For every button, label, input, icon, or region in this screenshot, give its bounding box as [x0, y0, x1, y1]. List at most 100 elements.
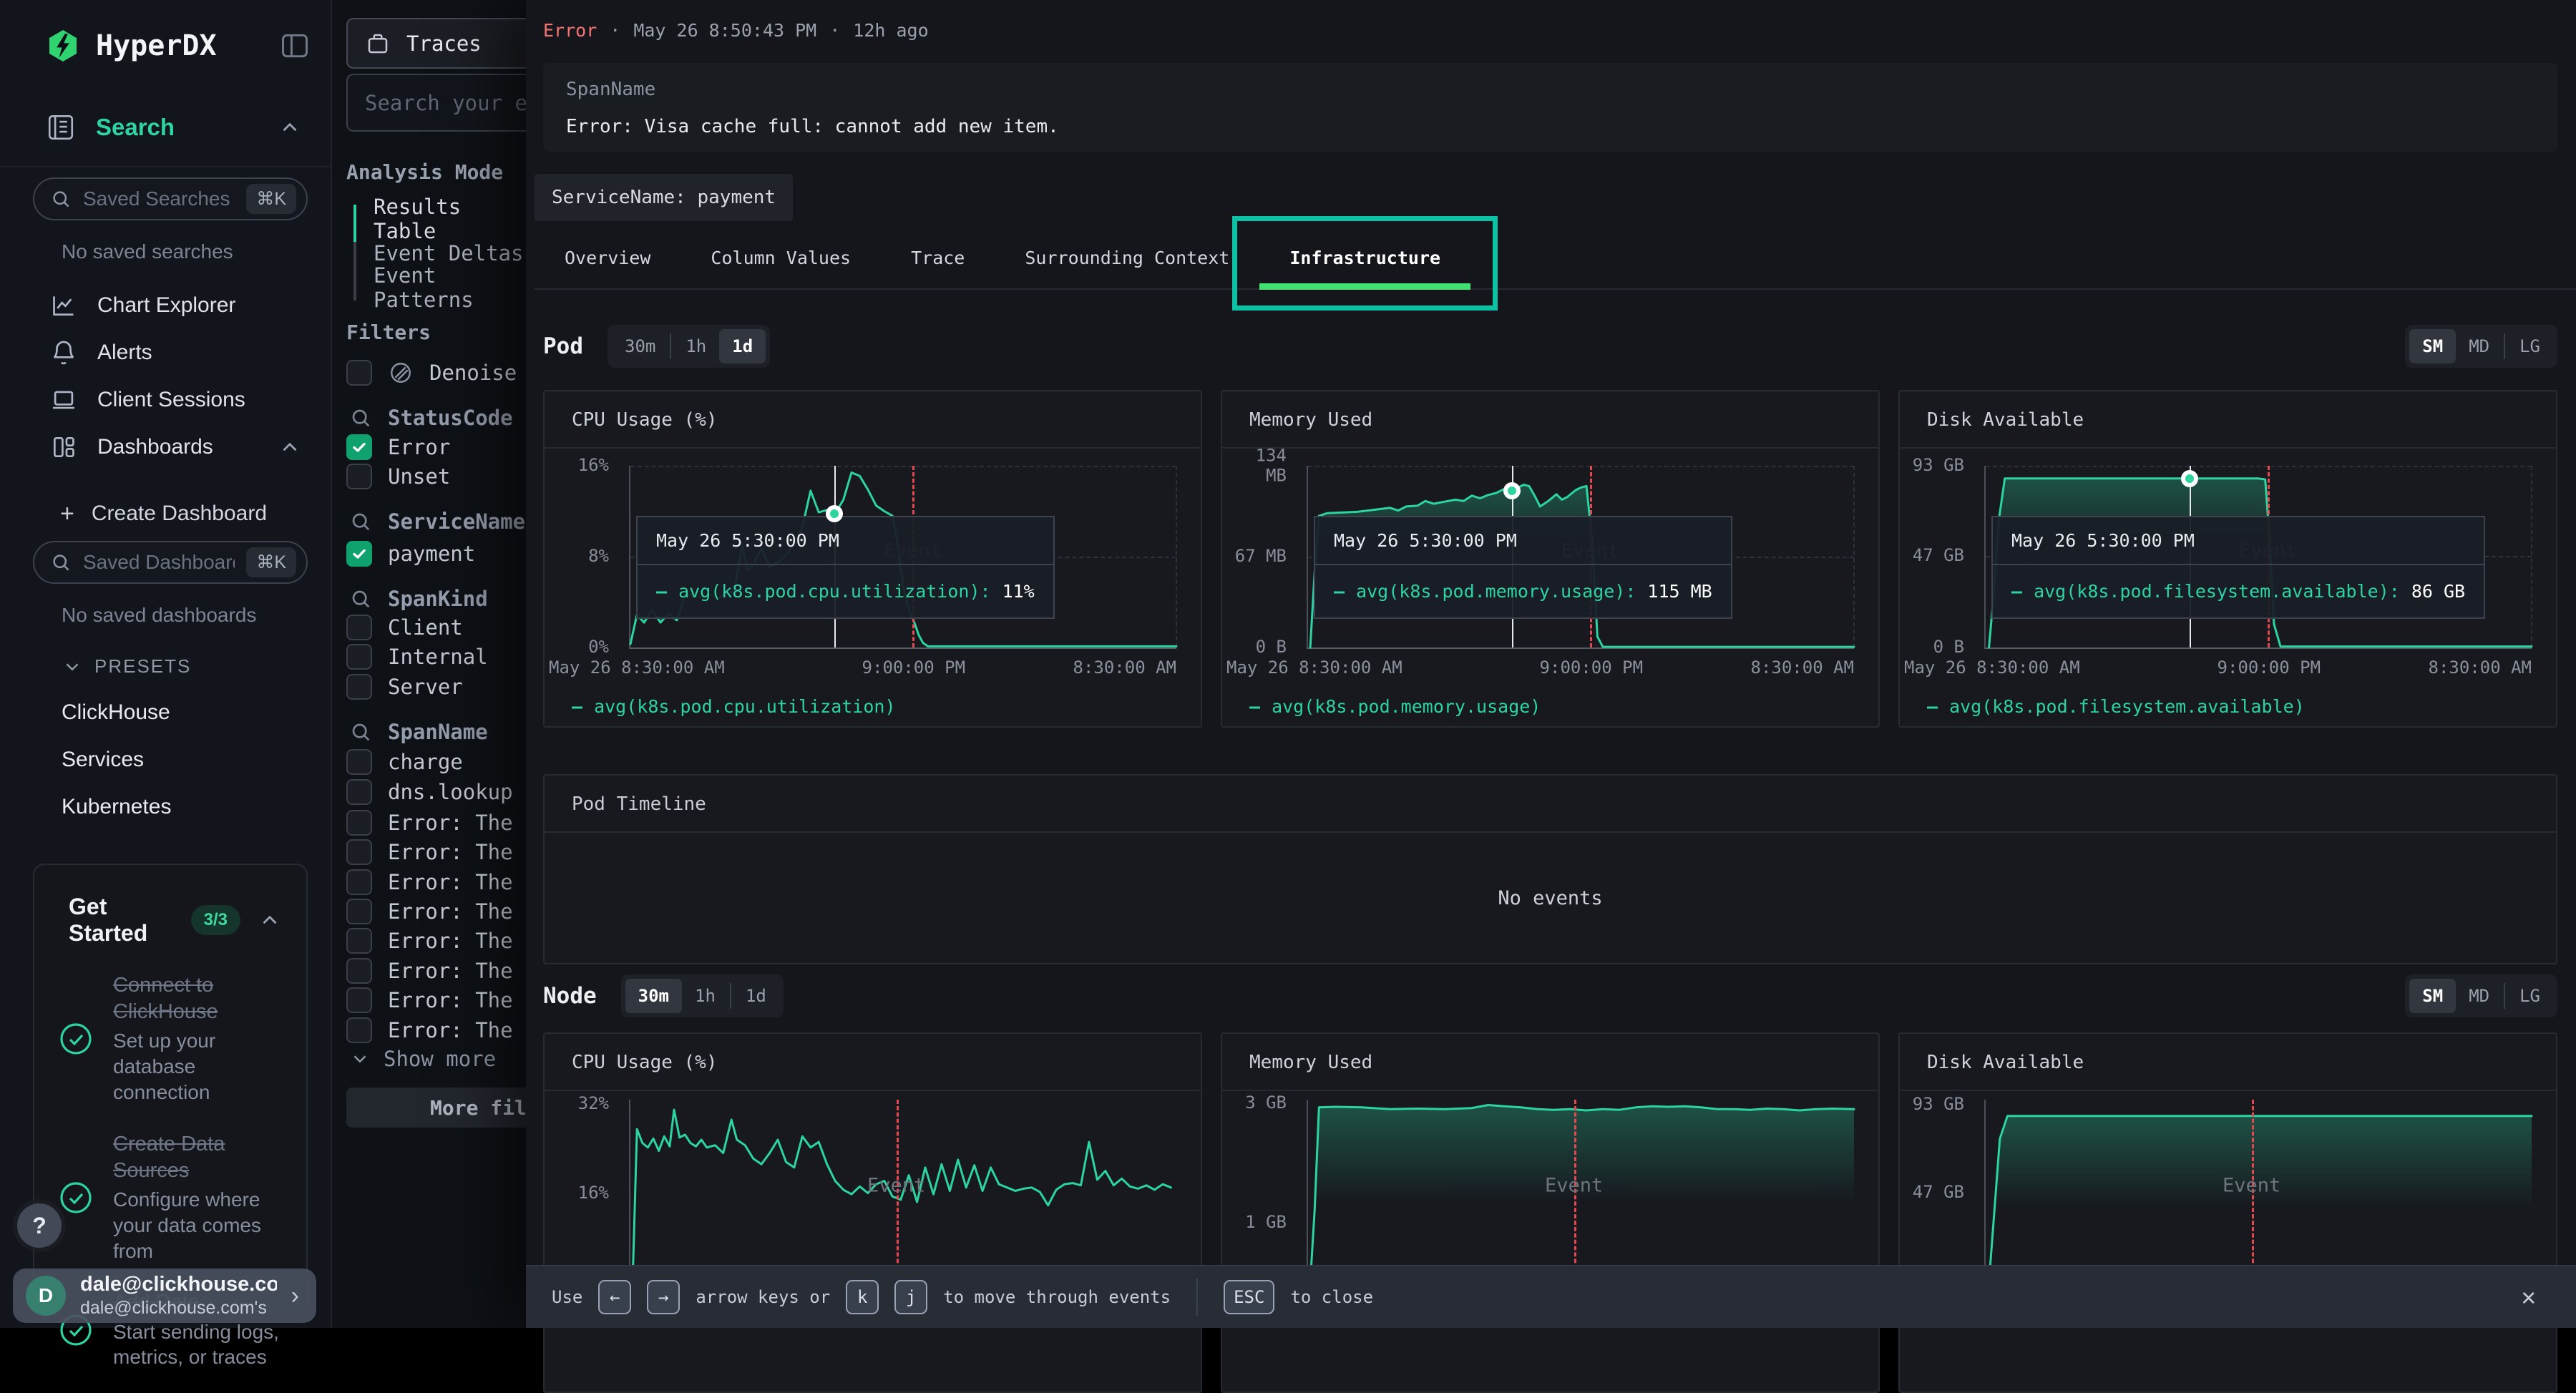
filter-error[interactable]: Error	[346, 434, 450, 460]
node-memory-chart[interactable]: Memory Used 3 GB1 GB Event	[1221, 1032, 1880, 1393]
search-icon[interactable]	[349, 406, 372, 429]
pod-section-title: Pod	[543, 333, 583, 359]
search-icon[interactable]	[349, 587, 372, 610]
k-key: k	[846, 1280, 879, 1314]
service-name-chip[interactable]: ServiceName: payment	[535, 174, 793, 221]
chevron-up-icon[interactable]	[278, 115, 302, 140]
show-more-button[interactable]: Show more	[349, 1047, 496, 1071]
legend: —avg(k8s.pod.filesystem.available)	[1900, 686, 2556, 726]
node-cpu-chart[interactable]: CPU Usage (%) 32%16% Event	[543, 1032, 1202, 1393]
filter-unset[interactable]: Unset	[346, 464, 450, 489]
source-select[interactable]: Traces	[346, 18, 526, 69]
plot-area[interactable]: May 26 5:30:00 PM —avg(k8s.pod.cpu.utili…	[629, 466, 1176, 649]
pod-range-1h[interactable]: 1h	[673, 329, 719, 363]
tab-infrastructure[interactable]: Infrastructure	[1259, 228, 1470, 288]
plot-area[interactable]: Event	[1984, 1100, 2532, 1282]
filter-client[interactable]: Client	[346, 615, 463, 640]
keyboard-hint-bar: Use ← → arrow keys or k j to move throug…	[526, 1265, 2576, 1328]
shortcut-badge: ⌘K	[246, 184, 296, 214]
filter-error-span[interactable]: Error: The cr	[346, 899, 526, 924]
pod-range-30m[interactable]: 30m	[612, 329, 668, 363]
plot-area[interactable]: Event	[1307, 1100, 1854, 1282]
size-md[interactable]: MD	[2456, 979, 2502, 1013]
divider	[670, 333, 671, 359]
plot-area[interactable]: May 26 5:30:00 PM —avg(k8s.pod.memory.us…	[1307, 466, 1854, 649]
pod-range-1d[interactable]: 1d	[719, 329, 766, 363]
filter-error-span[interactable]: Error: The cr	[346, 1017, 526, 1043]
mode-results-table[interactable]: Results Table	[353, 202, 526, 236]
saved-searches-input[interactable]: Saved Searches ⌘K	[33, 177, 308, 220]
chart-tooltip: May 26 5:30:00 PM —avg(k8s.pod.memory.us…	[1314, 516, 1732, 619]
search-icon[interactable]	[349, 720, 372, 743]
node-range-1d[interactable]: 1d	[733, 979, 779, 1013]
filter-error-span[interactable]: Error: The cr	[346, 810, 526, 836]
filter-error-span[interactable]: Error: The cr	[346, 958, 526, 984]
node-size-toggle: SM MD LG	[2405, 974, 2557, 1017]
span-name-value: Error: Visa cache full: cannot add new i…	[566, 116, 2534, 137]
node-range-30m[interactable]: 30m	[625, 979, 682, 1013]
get-started-step-connect[interactable]: Connect to ClickHouse Set up your databa…	[59, 972, 292, 1105]
size-lg[interactable]: LG	[2507, 979, 2553, 1013]
sidebar-item-search[interactable]: Search	[0, 104, 331, 150]
sidebar-item-alerts[interactable]: Alerts	[0, 329, 331, 376]
tab-trace[interactable]: Trace	[881, 228, 995, 288]
filter-error-span[interactable]: Error: The cr	[346, 839, 526, 865]
filter-error-span[interactable]: Error: The cr	[346, 869, 526, 895]
divider	[2504, 333, 2505, 359]
checkbox-icon	[346, 987, 372, 1013]
get-started-step-sources[interactable]: Create Data Sources Configure where your…	[59, 1131, 292, 1264]
event-search-input[interactable]: Search your ev	[346, 74, 526, 132]
filter-payment[interactable]: payment	[346, 541, 475, 567]
chevron-up-icon[interactable]	[258, 908, 282, 932]
node-range-1h[interactable]: 1h	[682, 979, 728, 1013]
filter-error-span[interactable]: Error: The cr	[346, 987, 526, 1013]
preset-services[interactable]: Services	[0, 748, 331, 772]
user-menu[interactable]: D dale@clickhouse.com dale@clickhouse.co…	[13, 1269, 316, 1323]
close-icon[interactable]: ✕	[2522, 1283, 2536, 1311]
search-icon[interactable]	[349, 510, 372, 533]
filter-internal[interactable]: Internal	[346, 644, 488, 670]
pod-cpu-chart[interactable]: CPU Usage (%) 16%8%0% May 26 5:30:00 PM …	[543, 390, 1202, 728]
filter-error-span[interactable]: Error: The cr	[346, 928, 526, 954]
create-dashboard-button[interactable]: + Create Dashboard	[0, 497, 331, 531]
pod-memory-chart[interactable]: Memory Used 134 MB67 MB0 B May 26 5:30:0…	[1221, 390, 1880, 728]
preset-kubernetes[interactable]: Kubernetes	[0, 795, 331, 819]
checkbox-icon	[346, 869, 372, 895]
denoise-checkbox[interactable]: Denoise Re	[346, 360, 526, 386]
sidebar-collapse-icon[interactable]	[279, 30, 311, 62]
pod-disk-chart[interactable]: Disk Available 93 GB47 GB0 B May 26 5:30…	[1898, 390, 2557, 728]
size-sm[interactable]: SM	[2409, 329, 2456, 363]
sidebar-item-dashboards[interactable]: Dashboards	[0, 424, 331, 471]
node-disk-chart[interactable]: Disk Available 93 GB47 GB Event	[1898, 1032, 2557, 1393]
tab-column-values[interactable]: Column Values	[680, 228, 881, 288]
y-axis: 32%16%	[545, 1100, 619, 1282]
search-icon	[50, 188, 72, 210]
filter-dns-lookup[interactable]: dns.lookup	[346, 779, 513, 805]
sidebar-item-client-sessions[interactable]: Client Sessions	[0, 376, 331, 424]
tab-surrounding-context[interactable]: Surrounding Context	[995, 228, 1259, 288]
filter-server[interactable]: Server	[346, 674, 463, 700]
plot-area[interactable]: Event	[629, 1100, 1176, 1282]
pod-timeline-empty: No events	[545, 833, 2556, 963]
hyperdx-logo[interactable]: HyperDX	[46, 29, 217, 63]
presets-toggle[interactable]: PRESETS	[0, 655, 331, 678]
preset-clickhouse[interactable]: ClickHouse	[0, 700, 331, 725]
chevron-up-icon[interactable]	[278, 435, 302, 459]
sidebar-item-chart-explorer[interactable]: Chart Explorer	[0, 282, 331, 329]
filter-charge[interactable]: charge	[346, 749, 463, 775]
checkbox-checked-icon	[346, 541, 372, 567]
chart-explorer-icon	[50, 292, 77, 319]
checkbox-icon	[346, 1017, 372, 1043]
tab-overview[interactable]: Overview	[535, 228, 680, 288]
checkbox-icon	[346, 928, 372, 954]
saved-dashboards-input[interactable]: Saved Dashboards ⌘K	[33, 541, 308, 584]
size-sm[interactable]: SM	[2409, 979, 2456, 1013]
help-button[interactable]: ?	[17, 1203, 62, 1248]
size-md[interactable]: MD	[2456, 329, 2502, 363]
mode-event-patterns[interactable]: Event Patterns	[353, 270, 526, 305]
size-lg[interactable]: LG	[2507, 329, 2553, 363]
plot-area[interactable]: May 26 5:30:00 PM —avg(k8s.pod.filesyste…	[1984, 466, 2532, 649]
more-filters-button[interactable]: More fil	[346, 1087, 526, 1128]
node-section-header: Node 30m 1h 1d SM MD LG	[543, 970, 2557, 1022]
analysis-mode-label: Analysis Mode	[346, 160, 503, 184]
